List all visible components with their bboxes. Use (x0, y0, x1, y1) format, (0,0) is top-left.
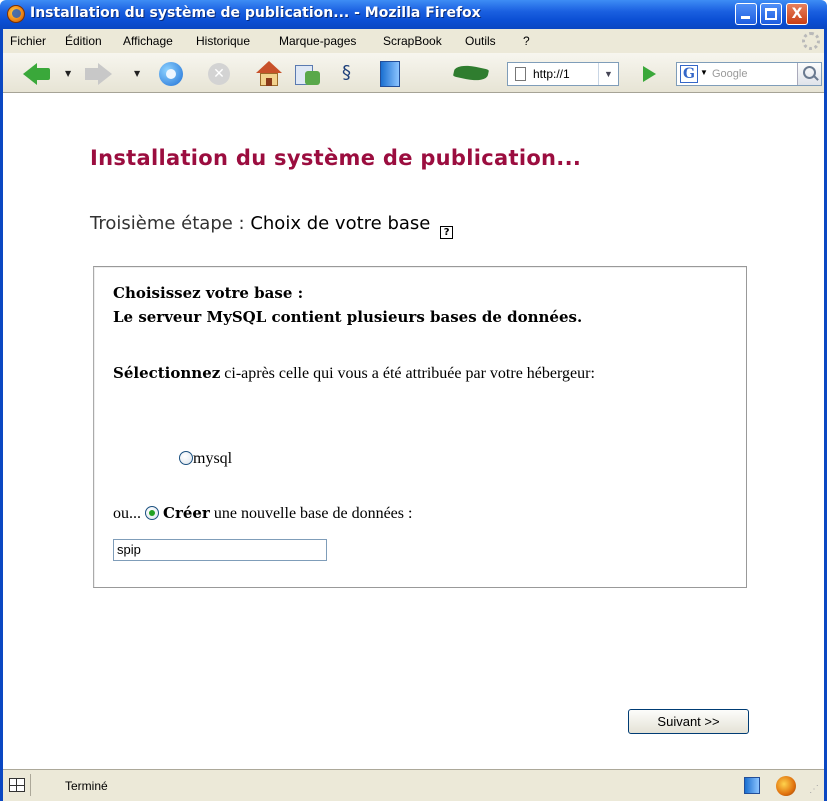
create-rest[interactable]: une nouvelle base de données : (210, 505, 413, 522)
panel-heading: Choisissez votre base : Le serveur MySQL… (113, 281, 582, 329)
menu-bar: Fichier Édition Affichage Historique Mar… (3, 29, 824, 53)
minimize-button[interactable] (735, 3, 757, 25)
window-title: Installation du système de publication..… (30, 5, 481, 21)
panel-heading-line2: Le serveur MySQL contient plusieurs base… (113, 308, 583, 326)
back-button[interactable] (36, 68, 50, 80)
menu-scrapbook[interactable]: ScrapBook (383, 34, 442, 48)
next-button[interactable]: Suivant >> (628, 709, 749, 734)
navigation-toolbar: ▼ ▼ ✕ § http://1 ▼ G ▼ Google (3, 53, 824, 93)
search-engine-dropdown-icon[interactable]: ▼ (700, 68, 708, 77)
step-heading: Troisième étape : Choix de votre base ? (90, 213, 454, 239)
step-name: Choix de votre base (250, 213, 431, 234)
menu-edition[interactable]: Édition (65, 34, 102, 48)
select-rest: ci-après celle qui vous a été attribuée … (220, 365, 595, 382)
forward-history-dropdown-icon[interactable]: ▼ (134, 69, 140, 78)
throbber-icon (802, 32, 820, 50)
url-dropdown-icon[interactable]: ▼ (598, 63, 618, 85)
firefox-icon (7, 5, 25, 23)
status-book-icon[interactable] (744, 777, 760, 794)
help-icon[interactable]: ? (440, 226, 454, 239)
reload-icon[interactable] (159, 62, 183, 86)
menu-marque-pages[interactable]: Marque-pages (279, 34, 356, 48)
url-text[interactable]: http://1 (533, 67, 575, 81)
option-create-database[interactable]: ou... Créer une nouvelle base de données… (113, 504, 412, 523)
search-icon[interactable] (797, 63, 821, 85)
search-placeholder[interactable]: Google (712, 68, 747, 80)
forward-button[interactable] (85, 68, 99, 80)
option-mysql[interactable]: mysql (179, 450, 232, 468)
close-button[interactable]: X (786, 3, 808, 25)
go-icon[interactable] (643, 66, 656, 82)
status-separator (30, 774, 31, 796)
menu-fichier[interactable]: Fichier (10, 34, 46, 48)
radio-mysql[interactable] (179, 451, 193, 465)
menu-historique[interactable]: Historique (196, 34, 250, 48)
status-bar: Terminé ⋰ (3, 769, 824, 801)
database-choice-panel: Choisissez votre base : Le serveur MySQL… (93, 266, 747, 588)
maximize-button[interactable] (760, 3, 782, 25)
or-label: ou... (113, 505, 145, 522)
new-database-input[interactable]: spip (113, 539, 327, 561)
menu-affichage[interactable]: Affichage (123, 34, 173, 48)
home-icon[interactable] (256, 61, 282, 87)
leaf-icon[interactable] (452, 62, 490, 84)
step-label: Troisième étape : (90, 213, 251, 234)
menu-help[interactable]: ? (523, 34, 530, 48)
forward-arrow-icon[interactable] (98, 63, 112, 85)
url-bar[interactable]: http://1 ▼ (507, 62, 619, 86)
status-firefox-icon[interactable] (776, 776, 796, 796)
select-strong: Sélectionnez (113, 364, 221, 382)
window-titlebar: Installation du système de publication..… (0, 0, 827, 29)
sidebar-book-icon[interactable] (380, 61, 400, 87)
search-box[interactable]: G ▼ Google (676, 62, 822, 86)
create-strong[interactable]: Créer (163, 504, 210, 522)
panel-heading-line1: Choisissez votre base : (113, 284, 304, 302)
status-text: Terminé (65, 779, 108, 793)
page-manager-icon[interactable] (295, 61, 321, 87)
status-grid-icon[interactable] (9, 778, 25, 792)
back-history-dropdown-icon[interactable]: ▼ (65, 69, 71, 78)
menu-outils[interactable]: Outils (465, 34, 496, 48)
option-mysql-label[interactable]: mysql (193, 450, 232, 467)
back-arrow-icon[interactable] (23, 63, 37, 85)
select-instructions: Sélectionnez ci-après celle qui vous a é… (113, 358, 713, 389)
page-title: Installation du système de publication..… (90, 146, 582, 170)
google-engine-icon[interactable]: G (680, 65, 698, 83)
page-icon (515, 67, 526, 81)
resize-grip-icon[interactable]: ⋰ (809, 784, 819, 795)
stop-icon[interactable]: ✕ (208, 63, 230, 85)
radio-create-database[interactable] (145, 506, 159, 520)
seahorse-icon[interactable]: § (342, 63, 351, 83)
